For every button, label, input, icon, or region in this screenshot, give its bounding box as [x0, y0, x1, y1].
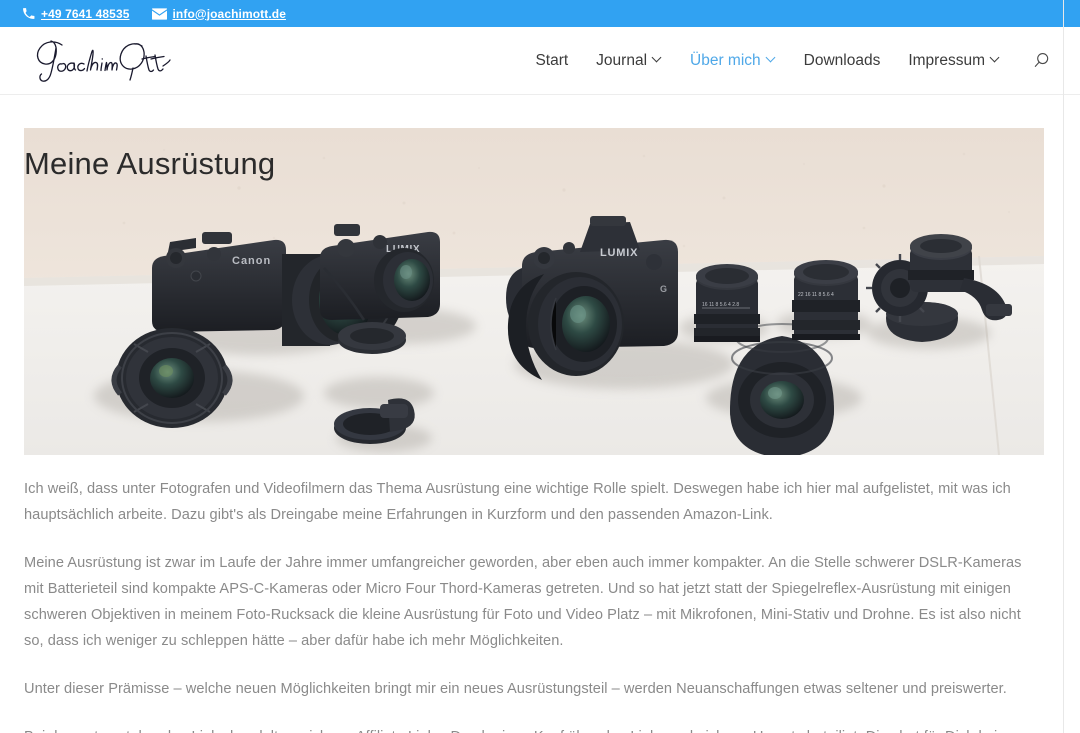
envelope-icon — [151, 7, 167, 20]
svg-text:16 11 8 5.6 4 2.8: 16 11 8 5.6 4 2.8 — [702, 302, 739, 308]
nav-label: Über mich — [690, 51, 761, 69]
search-icon — [1032, 51, 1051, 70]
nav-item-journal[interactable]: Journal — [582, 52, 676, 70]
paragraph-premise: Unter dieser Prämisse – welche neuen Mög… — [24, 680, 1007, 697]
nav-label: Downloads — [803, 51, 881, 69]
site-header: Start Journal Über mich Downloads Impres… — [0, 27, 1080, 95]
page-root: +49 7641 48535 info@joachimott.de Start … — [0, 0, 1080, 733]
nav-item-impressum[interactable]: Impressum — [894, 52, 1014, 70]
email-address: info@joachimott.de — [172, 6, 286, 21]
email-link[interactable]: info@joachimott.de — [151, 6, 287, 21]
article-body: Ich weiß, dass unter Fotografen und Vide… — [24, 455, 1044, 733]
nav-item-ueber-mich[interactable]: Über mich — [676, 52, 790, 70]
hero-section: Canon LUMIX G 16 11 8 5.6 4 2.8 22 16 11… — [24, 128, 1044, 455]
svg-text:G: G — [660, 284, 667, 294]
phone-icon — [22, 7, 35, 20]
nav-label: Start — [535, 51, 569, 69]
svg-text:Canon: Canon — [232, 255, 271, 267]
paragraph-affiliate: Bei den unten stehenden Links handelt es… — [24, 725, 1044, 733]
page-edge-divider — [1063, 0, 1064, 733]
chevron-down-icon — [767, 54, 776, 63]
svg-text:22 16 11 8 5.6 4: 22 16 11 8 5.6 4 — [798, 292, 834, 298]
svg-text:LUMIX: LUMIX — [600, 247, 638, 259]
nav-item-start[interactable]: Start — [521, 52, 582, 70]
page-title: Meine Ausrüstung — [24, 146, 276, 181]
paragraph-equipment: Meine Ausrüstung ist zwar im Laufe der J… — [24, 554, 1022, 649]
chevron-down-icon — [991, 54, 1000, 63]
phone-link[interactable]: +49 7641 48535 — [22, 7, 130, 21]
site-logo[interactable] — [26, 35, 171, 87]
nav-label: Journal — [596, 51, 648, 69]
nav-item-downloads[interactable]: Downloads — [790, 52, 895, 70]
paragraph-intro: Ich weiß, dass unter Fotografen und Vide… — [24, 481, 1011, 523]
search-button[interactable] — [1026, 46, 1056, 76]
main-content: Canon LUMIX G 16 11 8 5.6 4 2.8 22 16 11… — [0, 128, 1080, 733]
phone-number: +49 7641 48535 — [41, 6, 130, 21]
top-contact-bar: +49 7641 48535 info@joachimott.de — [0, 0, 1080, 27]
nav-label: Impressum — [908, 51, 985, 69]
chevron-down-icon — [653, 54, 662, 63]
main-navigation: Start Journal Über mich Downloads Impres… — [521, 46, 1056, 76]
